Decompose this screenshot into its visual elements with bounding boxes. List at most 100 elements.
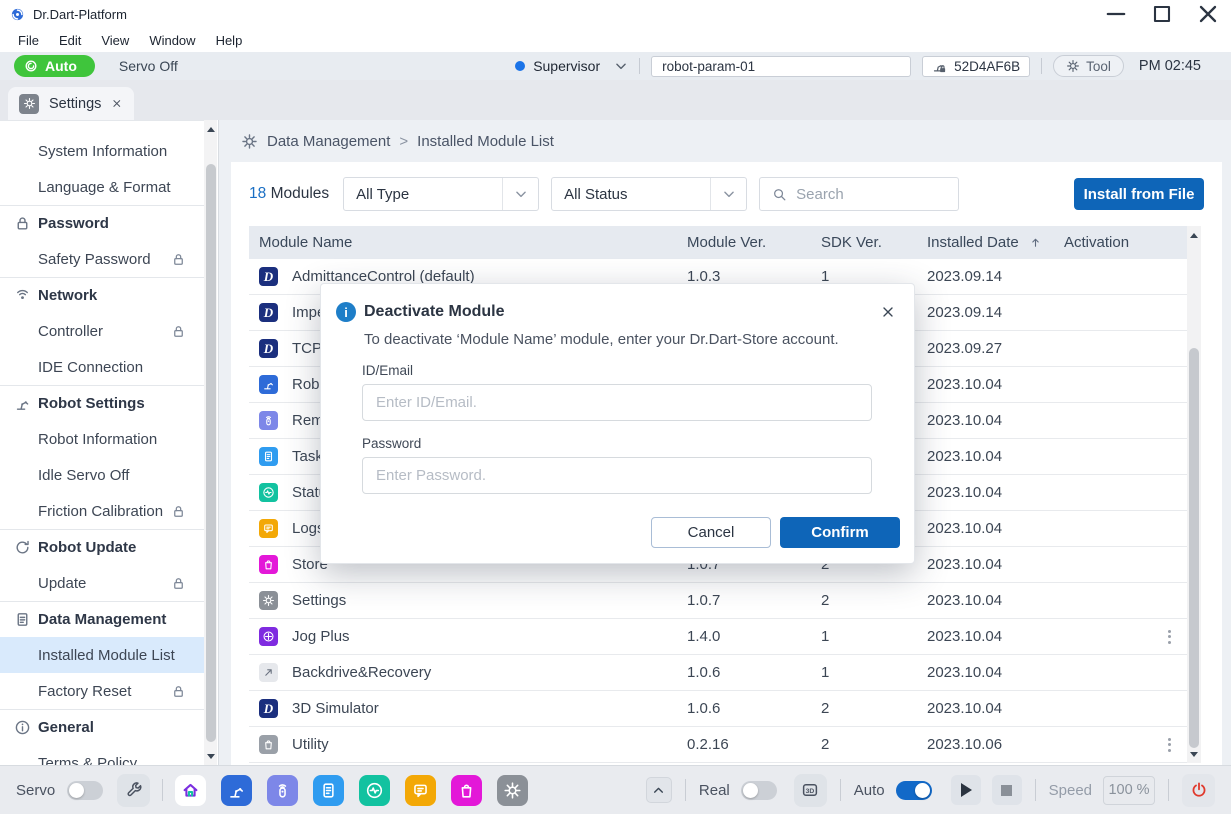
breadcrumb-parent[interactable]: Data Management [267, 133, 390, 150]
menu-edit[interactable]: Edit [49, 33, 91, 48]
robot-lock-icon [932, 59, 947, 74]
sidebar-item-factory-reset[interactable]: Factory Reset [0, 673, 204, 709]
dialog-close-icon[interactable] [880, 304, 896, 320]
auto-mode-toggle[interactable] [896, 781, 932, 800]
robot-param-field[interactable]: robot-param-01 [651, 56, 911, 77]
expand-panel-button[interactable] [646, 777, 672, 803]
scroll-up-icon[interactable] [1187, 228, 1200, 242]
scroll-down-icon[interactable] [204, 749, 217, 763]
sidebar-item-robot-settings[interactable]: Robot Settings [0, 385, 204, 421]
menu-view[interactable]: View [91, 33, 139, 48]
module-ver-cell: 0.2.16 [687, 736, 821, 753]
lock-icon [14, 215, 31, 232]
real-mode-toggle[interactable] [741, 781, 777, 800]
sidebar-item-terms-policy[interactable]: Terms & Policy [0, 745, 204, 765]
sidebar-item-data-management[interactable]: Data Management [0, 601, 204, 637]
confirm-button[interactable]: Confirm [780, 517, 900, 548]
sidebar-item-installed-module-list[interactable]: Installed Module List [0, 637, 204, 673]
module-ver-cell: 1.0.7 [687, 592, 821, 609]
chevron-down-icon [614, 59, 628, 73]
row-menu-icon[interactable] [1168, 738, 1171, 752]
id-email-label: ID/Email [362, 363, 914, 378]
3d-view-button[interactable]: 3D [794, 774, 827, 807]
scrollbar-thumb[interactable] [206, 164, 216, 742]
document-icon [14, 611, 31, 628]
robot-serial-badge[interactable]: 52D4AF6B [922, 56, 1030, 77]
module-row-settings[interactable]: Settings1.0.722023.10.04 [249, 583, 1187, 619]
sidebar-item-safety-password[interactable]: Safety Password [0, 241, 204, 277]
dock-task-button[interactable] [313, 775, 344, 806]
speed-value[interactable]: 100 % [1103, 776, 1155, 805]
dock-robot-arm-button[interactable] [221, 775, 252, 806]
module-row-3d-simulator[interactable]: D3D Simulator1.0.622023.10.04 [249, 691, 1187, 727]
sidebar-item-system-information[interactable]: System Information [0, 133, 204, 169]
sidebar-item-friction-calibration[interactable]: Friction Calibration [0, 493, 204, 529]
table-scrollbar[interactable] [1187, 226, 1201, 763]
user-role-dropdown[interactable]: Supervisor [515, 58, 628, 74]
tab-close-icon[interactable] [111, 97, 123, 110]
breadcrumb: Data Management > Installed Module List [219, 120, 1231, 162]
sidebar-item-idle-servo-off[interactable]: Idle Servo Off [0, 457, 204, 493]
maximize-button[interactable] [1139, 0, 1185, 28]
password-input[interactable]: Enter Password. [362, 457, 872, 494]
sidebar-item-controller[interactable]: Controller [0, 313, 204, 349]
scrollbar-thumb[interactable] [1189, 348, 1199, 748]
dock-store-button[interactable] [451, 775, 482, 806]
sidebar-item-language-format[interactable]: Language & Format [0, 169, 204, 205]
sidebar-item-ide-connection[interactable]: IDE Connection [0, 349, 204, 385]
real-toggle-label: Real [699, 782, 730, 799]
gear-icon [19, 94, 39, 114]
install-from-file-button[interactable]: Install from File [1074, 178, 1204, 210]
dock-settings-button[interactable] [497, 775, 528, 806]
menu-window[interactable]: Window [139, 33, 205, 48]
logs-module-icon [259, 519, 278, 538]
sidebar-scrollbar[interactable] [204, 120, 217, 765]
sidebar-item-robot-update[interactable]: Robot Update [0, 529, 204, 565]
tab-settings[interactable]: Settings [8, 87, 134, 120]
servo-toggle[interactable] [67, 781, 103, 800]
dock-logs-button[interactable] [405, 775, 436, 806]
installed-date-cell: 2023.10.04 [927, 520, 1064, 537]
status-filter-select[interactable]: All Status [551, 177, 747, 211]
sidebar-item-clipped[interactable]: System Settings [0, 120, 204, 133]
divider [840, 779, 841, 801]
column-module-ver[interactable]: Module Ver. [687, 234, 821, 251]
power-icon [1190, 781, 1208, 799]
menu-file[interactable]: File [8, 33, 49, 48]
sidebar-item-network[interactable]: Network [0, 277, 204, 313]
power-button[interactable] [1182, 774, 1215, 807]
sidebar-item-general[interactable]: General [0, 709, 204, 745]
column-sdk-ver[interactable]: SDK Ver. [821, 234, 927, 251]
column-installed-date[interactable]: Installed Date [927, 234, 1064, 251]
sidebar-item-update[interactable]: Update [0, 565, 204, 601]
column-module-name[interactable]: Module Name [249, 234, 687, 251]
scroll-up-icon[interactable] [204, 122, 217, 136]
menu-help[interactable]: Help [206, 33, 253, 48]
play-button[interactable] [951, 775, 981, 805]
row-menu-icon[interactable] [1168, 630, 1171, 644]
module-row-utility[interactable]: Utility0.2.1622023.10.06 [249, 727, 1187, 763]
dock-status-button[interactable] [359, 775, 390, 806]
scroll-down-icon[interactable] [1187, 747, 1200, 761]
network-icon [14, 287, 31, 304]
cancel-button[interactable]: Cancel [651, 517, 771, 548]
3d-icon: 3D [801, 781, 819, 799]
sidebar-item-robot-information[interactable]: Robot Information [0, 421, 204, 457]
dock-home-button[interactable] [175, 775, 206, 806]
close-button[interactable] [1185, 0, 1231, 28]
sidebar-item-password[interactable]: Password [0, 205, 204, 241]
mode-badge[interactable]: Auto [14, 55, 95, 77]
dock-remote-button[interactable] [267, 775, 298, 806]
utility-module-icon [259, 735, 278, 754]
type-filter-select[interactable]: All Type [343, 177, 539, 211]
module-row-backdrive-recovery[interactable]: Backdrive&Recovery1.0.612023.10.04 [249, 655, 1187, 691]
wrench-button[interactable] [117, 774, 150, 807]
module-row-jog-plus[interactable]: Jog Plus1.4.012023.10.04 [249, 619, 1187, 655]
column-activation[interactable]: Activation [1064, 234, 1187, 251]
id-email-input[interactable]: Enter ID/Email. [362, 384, 872, 421]
task-module-icon [259, 447, 278, 466]
stop-button[interactable] [992, 775, 1022, 805]
minimize-button[interactable] [1093, 0, 1139, 28]
tool-button[interactable]: Tool [1053, 55, 1124, 77]
search-input[interactable]: Search [759, 177, 959, 211]
